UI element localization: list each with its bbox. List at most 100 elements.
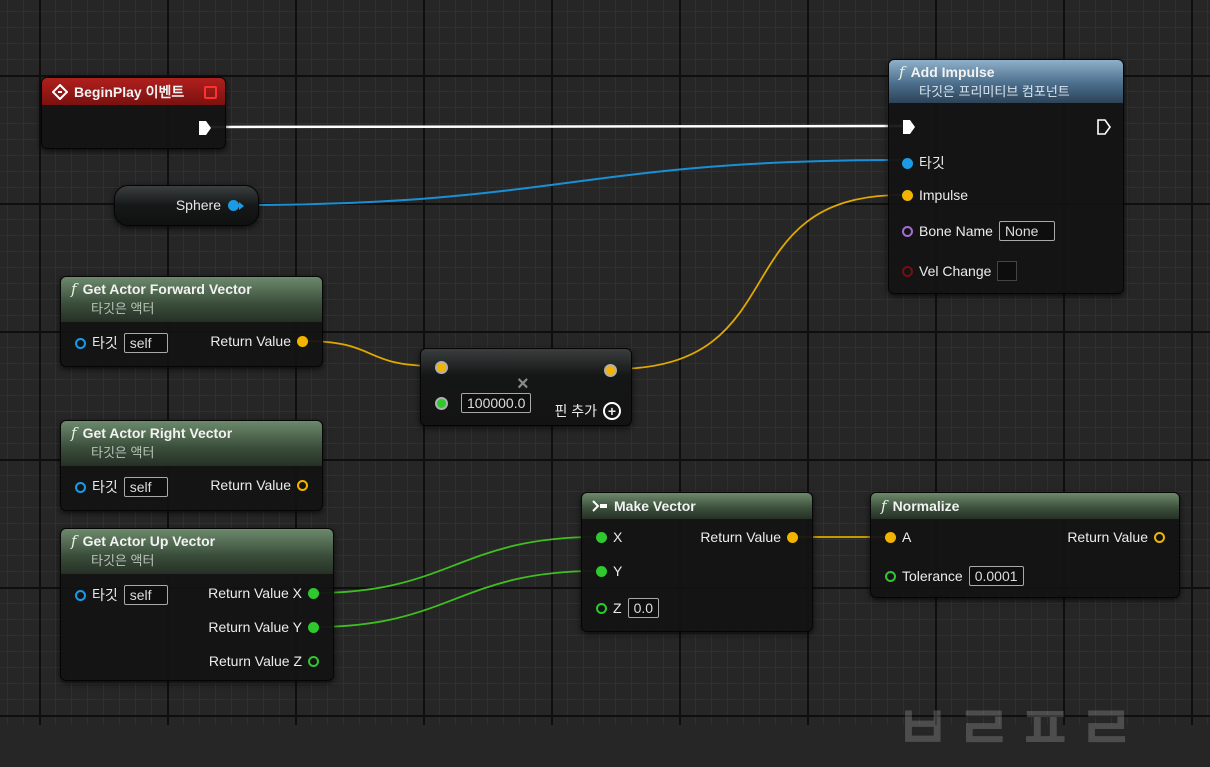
sphere-variable-node[interactable]: Sphere xyxy=(114,185,259,226)
sphere-label: Sphere xyxy=(175,197,221,213)
add-impulse-subtitle: 타깃은 프리미티브 컴포넌트 xyxy=(919,84,1070,99)
return-z-row: Return Value Z xyxy=(209,653,319,669)
get-up-subtitle: 타깃은 액터 xyxy=(91,553,155,568)
return-z-pin[interactable] xyxy=(308,655,319,667)
return-pin[interactable] xyxy=(787,531,798,543)
exec-wire xyxy=(209,124,903,129)
multiply-input-a-pin[interactable] xyxy=(435,361,448,374)
x-row: X xyxy=(596,529,622,545)
z-input[interactable]: 0.0 xyxy=(627,598,660,618)
a-row: A xyxy=(885,529,911,545)
return-label: Return Value xyxy=(1067,529,1148,545)
vel-change-pin[interactable] xyxy=(902,265,913,277)
impulse-label: Impulse xyxy=(919,187,969,203)
return-pin[interactable] xyxy=(1154,531,1165,543)
get-up-vector-node[interactable]: f Get Actor Up Vector 타깃은 액터 타깃 self Retu… xyxy=(60,528,334,681)
add-impulse-title: Add Impulse xyxy=(910,64,995,80)
plus-circle-icon: + xyxy=(603,402,621,420)
make-vector-title: Make Vector xyxy=(614,498,696,514)
a-pin[interactable] xyxy=(885,531,896,543)
bone-name-input[interactable]: None xyxy=(998,221,1055,241)
target-input[interactable]: self xyxy=(123,333,168,353)
target-pin[interactable] xyxy=(902,157,913,169)
pin-arrow-icon xyxy=(239,202,244,210)
bone-name-pin[interactable] xyxy=(902,225,913,237)
target-label: 타깃 xyxy=(919,155,945,171)
exec-out-pin[interactable] xyxy=(198,120,212,136)
get-up-title: Get Actor Up Vector xyxy=(82,533,216,549)
get-right-header[interactable]: f Get Actor Right Vector 타깃은 액터 xyxy=(61,421,322,466)
x-label: X xyxy=(613,529,623,545)
function-icon: f xyxy=(899,63,905,81)
normalize-node[interactable]: f Normalize A Tolerance 0.0001 Return Val… xyxy=(870,492,1180,598)
y-row: Y xyxy=(596,563,622,579)
exec-out-pin[interactable] xyxy=(1097,119,1111,135)
begin-play-header[interactable]: BeginPlay 이벤트 xyxy=(42,78,225,105)
upx-to-makevector-x-wire xyxy=(314,536,597,594)
make-vector-node[interactable]: Make Vector X Y Z 0.0 Return Value xyxy=(581,492,813,632)
target-row: 타깃 self xyxy=(75,585,168,605)
get-forward-header[interactable]: f Get Actor Forward Vector 타깃은 액터 xyxy=(61,277,322,322)
function-icon: f xyxy=(881,497,887,515)
get-up-header[interactable]: f Get Actor Up Vector 타깃은 액터 xyxy=(61,529,333,574)
vel-change-checkbox[interactable] xyxy=(997,261,1018,281)
return-y-label: Return Value Y xyxy=(208,619,302,635)
return-x-row: Return Value X xyxy=(208,585,319,601)
target-pin[interactable] xyxy=(75,481,86,493)
make-vector-header[interactable]: Make Vector xyxy=(582,493,812,519)
impulse-row: Impulse xyxy=(902,187,968,203)
target-label: 타깃 xyxy=(92,587,118,603)
z-pin[interactable] xyxy=(596,602,607,614)
return-row: Return Value xyxy=(210,477,308,493)
function-icon: f xyxy=(71,532,77,550)
target-pin[interactable] xyxy=(75,337,86,349)
tolerance-row: Tolerance 0.0001 xyxy=(885,566,1024,586)
stop-icon xyxy=(204,86,217,99)
target-pin[interactable] xyxy=(75,589,86,601)
add-impulse-node[interactable]: f Add Impulse 타깃은 프리미티브 컴포넌트 타깃 Impulse B… xyxy=(888,59,1124,294)
return-label: Return Value xyxy=(210,477,291,493)
add-pin-label: 핀 추가 xyxy=(554,403,597,419)
get-right-vector-node[interactable]: f Get Actor Right Vector 타깃은 액터 타깃 self R… xyxy=(60,420,323,511)
add-impulse-header[interactable]: f Add Impulse 타깃은 프리미티브 컴포넌트 xyxy=(889,60,1123,103)
get-right-subtitle: 타깃은 액터 xyxy=(91,445,155,460)
tolerance-pin[interactable] xyxy=(885,570,896,582)
return-x-pin[interactable] xyxy=(308,587,319,599)
exec-in-pin[interactable] xyxy=(902,119,916,135)
function-icon: f xyxy=(71,424,77,442)
vel-change-label: Vel Change xyxy=(919,263,992,279)
add-pin-button[interactable]: 핀 추가 + xyxy=(554,401,621,421)
return-pin[interactable] xyxy=(297,335,308,347)
tolerance-label: Tolerance xyxy=(902,568,963,584)
normalize-title: Normalize xyxy=(892,498,960,514)
return-y-pin[interactable] xyxy=(308,621,319,633)
x-pin[interactable] xyxy=(596,531,607,543)
target-label: 타깃 xyxy=(92,479,118,495)
target-input[interactable]: self xyxy=(123,585,168,605)
get-forward-title: Get Actor Forward Vector xyxy=(82,281,252,297)
impulse-pin[interactable] xyxy=(902,189,913,201)
y-pin[interactable] xyxy=(596,565,607,577)
function-icon: f xyxy=(71,280,77,298)
return-row: Return Value xyxy=(700,529,798,545)
sphere-output-pin[interactable] xyxy=(228,200,239,211)
upy-to-makevector-y-wire xyxy=(314,570,597,628)
get-forward-subtitle: 타깃은 액터 xyxy=(91,301,155,316)
begin-play-node[interactable]: BeginPlay 이벤트 xyxy=(41,77,226,149)
multiply-input-b-pin[interactable] xyxy=(435,397,448,410)
target-input[interactable]: self xyxy=(123,477,168,497)
return-pin[interactable] xyxy=(297,479,308,491)
get-right-title: Get Actor Right Vector xyxy=(82,425,233,441)
multiply-to-impulse-wire xyxy=(613,194,903,370)
begin-play-title: BeginPlay 이벤트 xyxy=(74,83,185,100)
multiply-value-input[interactable]: 100000.0 xyxy=(461,393,532,413)
get-forward-vector-node[interactable]: f Get Actor Forward Vector 타깃은 액터 타깃 self… xyxy=(60,276,323,367)
z-label: Z xyxy=(613,600,622,616)
blueprint-watermark: ㅂㄹㅍㄹ xyxy=(895,695,1140,762)
normalize-header[interactable]: f Normalize xyxy=(871,493,1179,519)
make-struct-icon xyxy=(592,500,607,512)
multiply-output-pin[interactable] xyxy=(604,364,617,377)
target-row: 타깃 xyxy=(902,153,945,173)
multiply-node[interactable]: × 100000.0 핀 추가 + xyxy=(420,348,632,426)
tolerance-input[interactable]: 0.0001 xyxy=(968,566,1024,586)
